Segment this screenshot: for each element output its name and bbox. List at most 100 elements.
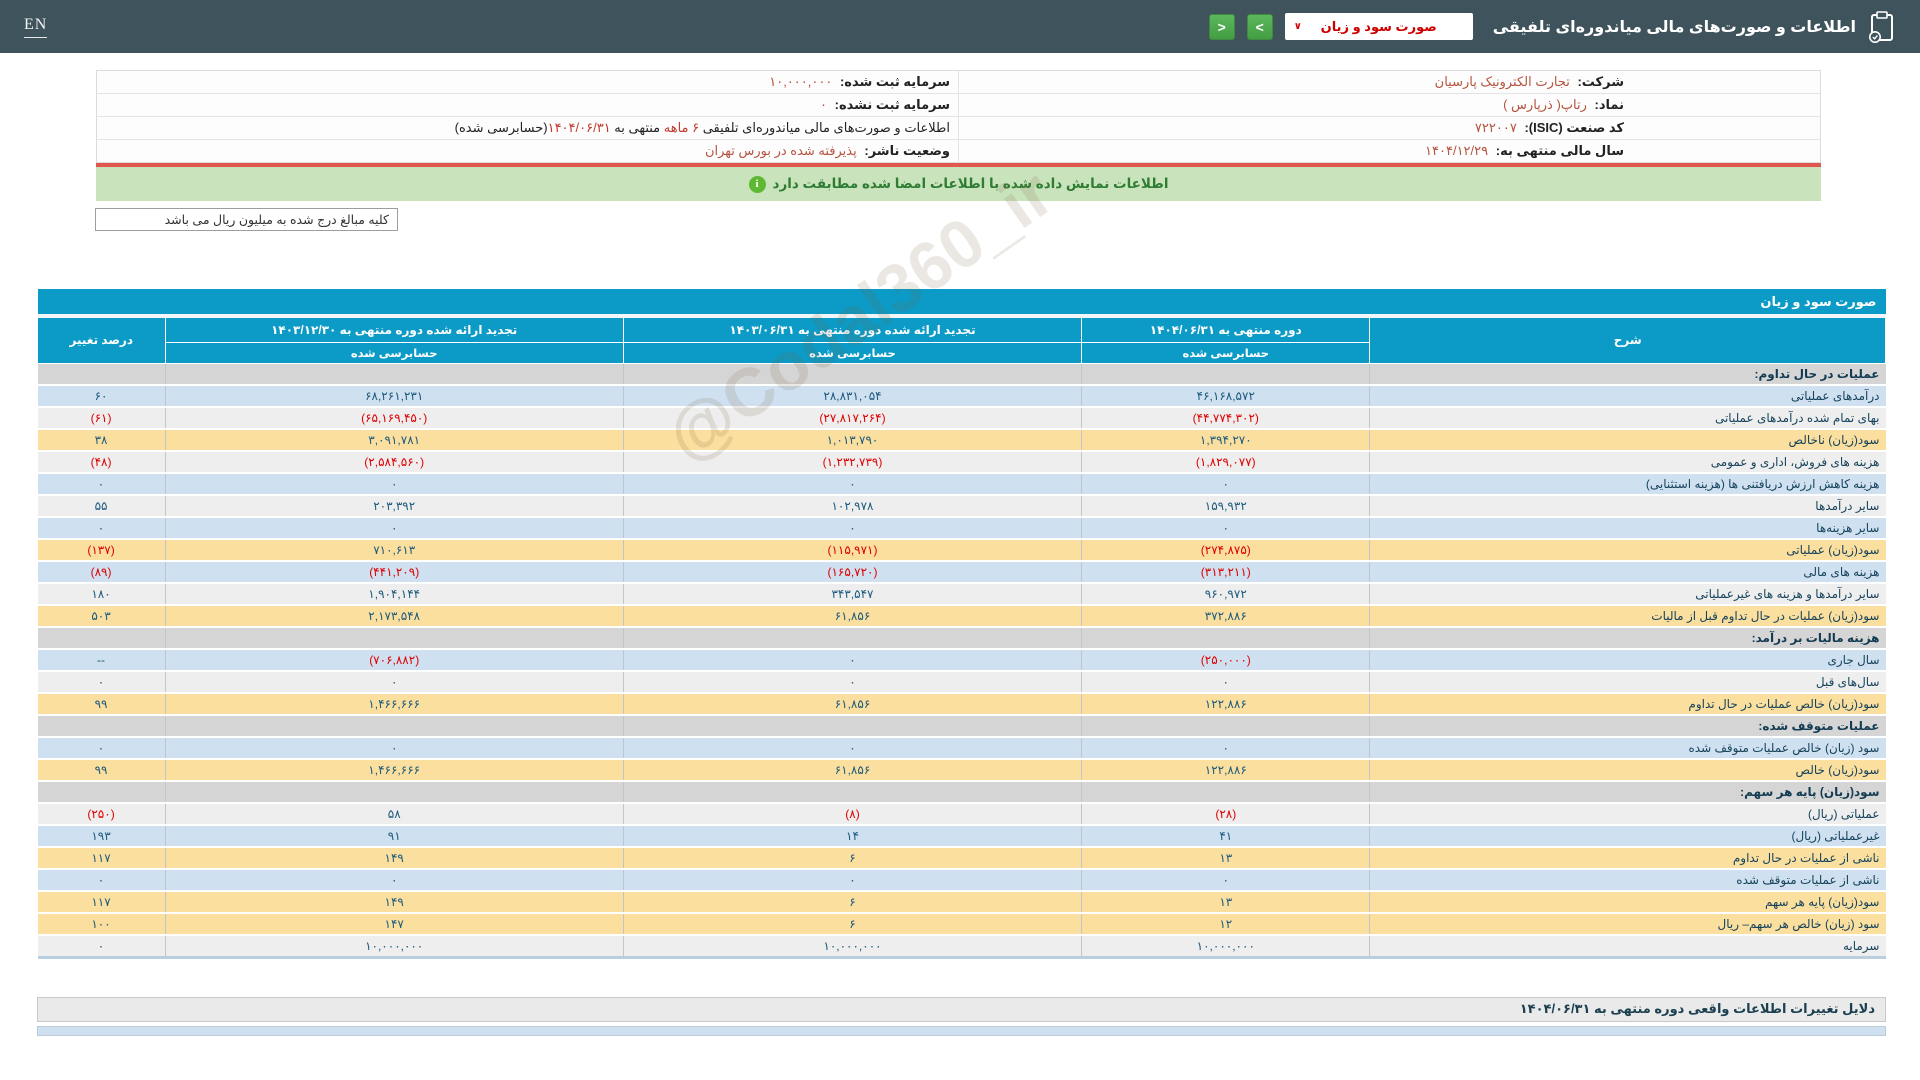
audited-subheader: حسابرسی شده: [623, 342, 1081, 363]
cell-value: [1082, 363, 1370, 385]
signature-match-notice: اطلاعات نمایش داده شده با اطلاعات امضا ش…: [96, 167, 1821, 201]
row-label: سایر هزینه‌ها: [1370, 517, 1886, 539]
cell-value: [623, 715, 1081, 737]
isic-label: کد صنعت (ISIC):: [1524, 120, 1624, 135]
company-info-section: شرکت: تجارت الکترونیک پارسیان سرمایه ثبت…: [96, 70, 1821, 163]
row-label: سود(زیان) پایه هر سهم:: [1370, 781, 1886, 803]
cell-value: ۱۴۹: [165, 847, 623, 869]
cell-value: ۰: [623, 473, 1081, 495]
cell-value: (۴۴۱,۲۰۹): [165, 561, 623, 583]
report-period-audited: (حسابرسی شده): [455, 120, 548, 135]
table-row: غیرعملیاتی (ریال)۴۱۱۴۹۱۱۹۳: [38, 825, 1886, 847]
cell-value: ۰: [38, 671, 166, 693]
cell-value: ۴۶,۱۶۸,۵۷۲: [1082, 385, 1370, 407]
cell-value: ۵۸: [165, 803, 623, 825]
cell-value: (۴۸): [38, 451, 166, 473]
cell-value: ۴۱: [1082, 825, 1370, 847]
statement-type-dropdown[interactable]: صورت سود و زیان ∨: [1285, 13, 1473, 40]
cell-value: (۶۵,۱۶۹,۴۵۰): [165, 407, 623, 429]
cell-value: ۲۸,۸۳۱,۰۵۴: [623, 385, 1081, 407]
column-header-change-percent: درصد تغییر: [38, 316, 166, 363]
cell-value: ۰: [38, 935, 166, 957]
section-header-row: هزینه مالیات بر درآمد:: [38, 627, 1886, 649]
row-label: سود(زیان) ناخالص: [1370, 429, 1886, 451]
column-header-row: شرح دوره منتهی به ۱۴۰۴/۰۶/۳۱ تجدید ارائه…: [38, 316, 1886, 342]
cell-value: ۵۵: [38, 495, 166, 517]
unregistered-capital-label: سرمایه ثبت نشده:: [835, 97, 950, 112]
cell-value: (۱۶۵,۷۲۰): [623, 561, 1081, 583]
row-label: سال‌های قبل: [1370, 671, 1886, 693]
info-icon: i: [749, 176, 766, 193]
cell-value: [623, 363, 1081, 385]
info-row: نماد: رتاپ( ذرپارس ) سرمایه ثبت نشده: ۰: [97, 94, 1821, 117]
row-label: هزینه مالیات بر درآمد:: [1370, 627, 1886, 649]
cell-value: ۱۴: [623, 825, 1081, 847]
report-period-cell: اطلاعات و صورت‌های مالی میاندوره‌ای تلفی…: [97, 117, 959, 140]
cell-value: (۱۳۷): [38, 539, 166, 561]
cell-value: (۲۵۰): [38, 803, 166, 825]
cell-value: ۳۸: [38, 429, 166, 451]
row-label: ناشی از عملیات متوقف شده: [1370, 869, 1886, 891]
column-header-description: شرح: [1370, 316, 1886, 363]
row-label: بهای تمام شده درآمدهای عملیاتی: [1370, 407, 1886, 429]
cell-value: ۰: [165, 671, 623, 693]
table-row: سود(زیان) ناخالص۱,۳۹۴,۲۷۰۱,۰۱۳,۷۹۰۳,۰۹۱,…: [38, 429, 1886, 451]
change-reasons-section-header[interactable]: دلایل تغییرات اطلاعات واقعی دوره منتهی ب…: [37, 997, 1886, 1022]
cell-value: ۰: [623, 869, 1081, 891]
page-title: اطلاعات و صورت‌های مالی میاندوره‌ای تلفی…: [1493, 17, 1856, 37]
audited-subheader: حسابرسی شده: [1082, 342, 1370, 363]
company-label: شرکت:: [1577, 74, 1624, 89]
chevron-left-button[interactable]: <: [1209, 14, 1235, 40]
cell-value: ۱۱۷: [38, 847, 166, 869]
row-label: سایر درآمدها و هزینه های غیرعملیاتی: [1370, 583, 1886, 605]
cell-value: --: [38, 649, 166, 671]
cell-value: (۶۱): [38, 407, 166, 429]
cell-value: ۰: [165, 473, 623, 495]
cell-value: ۱۳: [1082, 891, 1370, 913]
cell-value: ۱,۴۶۶,۶۶۶: [165, 759, 623, 781]
table-title: صورت سود و زیان: [38, 289, 1886, 316]
table-row: عملیاتی (ریال)(۲۸)(۸)۵۸(۲۵۰): [38, 803, 1886, 825]
cell-value: ۰: [623, 649, 1081, 671]
row-label: هزینه های مالی: [1370, 561, 1886, 583]
issuer-status-cell: وضعیت ناشر: پذیرفته شده در بورس تهران: [97, 140, 959, 163]
signature-match-text: اطلاعات نمایش داده شده با اطلاعات امضا ش…: [773, 176, 1169, 192]
cell-value: ۶: [623, 891, 1081, 913]
cell-value: (۷۰۶,۸۸۲): [165, 649, 623, 671]
cell-value: [1082, 715, 1370, 737]
table-row: سرمایه۱۰,۰۰۰,۰۰۰۱۰,۰۰۰,۰۰۰۱۰,۰۰۰,۰۰۰۰: [38, 935, 1886, 957]
row-label: سود(زیان) عملیاتی: [1370, 539, 1886, 561]
report-period-text: منتهی به: [611, 120, 664, 135]
cell-value: ۱۹۳: [38, 825, 166, 847]
cell-value: ۹۹: [38, 693, 166, 715]
report-period-date: ۱۴۰۴/۰۶/۳۱: [548, 120, 611, 135]
row-label: درآمدهای عملیاتی: [1370, 385, 1886, 407]
top-navigation-bar: اطلاعات و صورت‌های مالی میاندوره‌ای تلفی…: [0, 0, 1920, 53]
cell-value: ۱۰,۰۰۰,۰۰۰: [1082, 935, 1370, 957]
table-row: سایر درآمدها۱۵۹,۹۳۲۱۰۲,۹۷۸۲۰۳,۳۹۲۵۵: [38, 495, 1886, 517]
table-row: هزینه های فروش، اداری و عمومی(۱,۸۲۹,۰۷۷)…: [38, 451, 1886, 473]
cell-value: [38, 363, 166, 385]
cell-value: ۱,۰۱۳,۷۹۰: [623, 429, 1081, 451]
row-label: عملیات در حال تداوم:: [1370, 363, 1886, 385]
cell-value: ۱۱۷: [38, 891, 166, 913]
row-label: سال جاری: [1370, 649, 1886, 671]
table-row: سود (زیان) خالص هر سهم– ریال۱۲۶۱۴۷۱۰۰: [38, 913, 1886, 935]
cell-value: ۲,۱۷۳,۵۴۸: [165, 605, 623, 627]
cell-value: ۱۴۷: [165, 913, 623, 935]
column-header-current-period: دوره منتهی به ۱۴۰۴/۰۶/۳۱: [1082, 316, 1370, 342]
report-clipboard-icon: [1868, 11, 1896, 43]
cell-value: ۶: [623, 913, 1081, 935]
statement-type-selected: صورت سود و زیان: [1321, 19, 1437, 35]
currency-unit-note: کلیه مبالغ درج شده به میلیون ریال می باش…: [95, 208, 398, 231]
cell-value: ۰: [623, 671, 1081, 693]
cell-value: (۴۴,۷۷۴,۳۰۲): [1082, 407, 1370, 429]
info-row: شرکت: تجارت الکترونیک پارسیان سرمایه ثبت…: [97, 71, 1821, 94]
english-language-link[interactable]: EN: [24, 16, 47, 38]
info-row: سال مالی منتهی به: ۱۴۰۴/۱۲/۲۹ وضعیت ناشر…: [97, 140, 1821, 163]
cell-value: ۶۱,۸۵۶: [623, 605, 1081, 627]
column-header-prior-period-restated: تجدید ارائه شده دوره منتهی به ۱۴۰۳/۰۶/۳۱: [623, 316, 1081, 342]
table-row: سود(زیان) خالص۱۲۲,۸۸۶۶۱,۸۵۶۱,۴۶۶,۶۶۶۹۹: [38, 759, 1886, 781]
cell-value: ۶۱,۸۵۶: [623, 693, 1081, 715]
chevron-right-button[interactable]: >: [1247, 14, 1273, 40]
